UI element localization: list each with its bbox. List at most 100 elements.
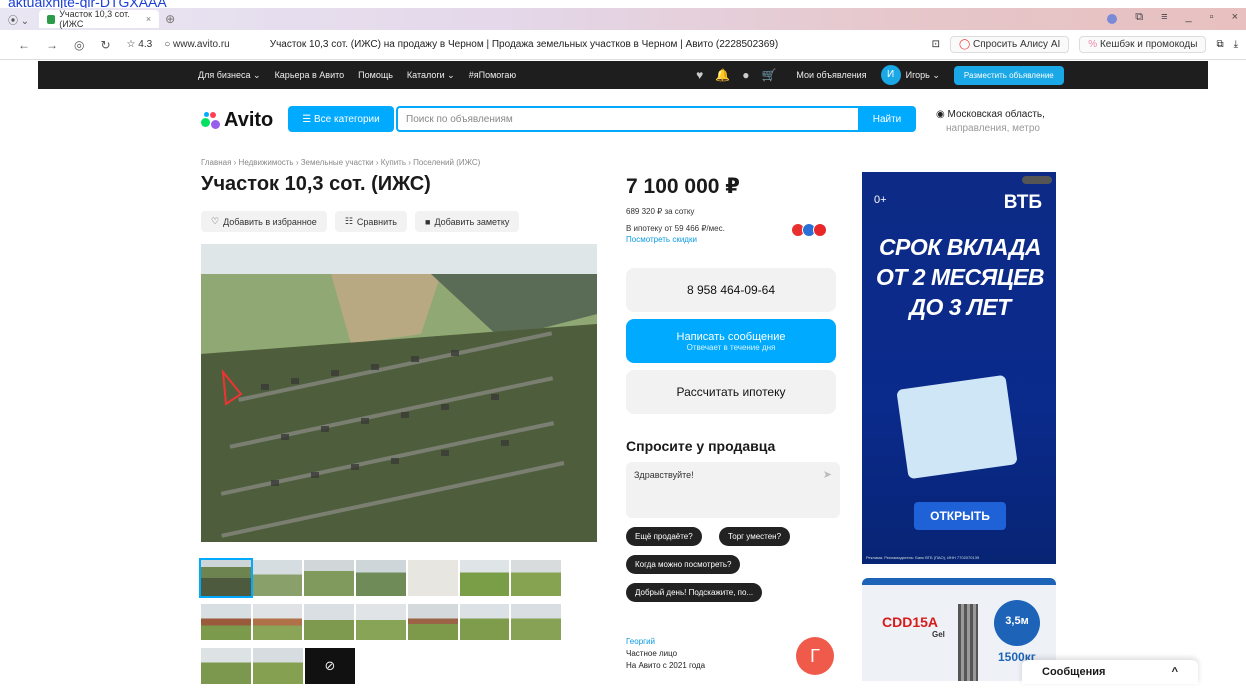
user-menu[interactable]: И Игорь ⌄ — [880, 65, 940, 85]
restore-icon[interactable]: ▫ — [1210, 11, 1214, 24]
camera-icon: ⊘ — [324, 658, 336, 673]
write-message-button[interactable]: Написать сообщение Отвечает в течение дн… — [626, 319, 836, 363]
address-bar: ← → ◎ ↻ ☆ 4.3 ○ www.avito.ru Участок 10,… — [0, 30, 1246, 60]
compare-button[interactable]: ☷ Сравнить — [334, 211, 407, 232]
thumbnail[interactable] — [511, 604, 562, 640]
browser-tab-title: Участок 10,3 сот. (ИЖС — [59, 9, 130, 29]
back-icon[interactable]: ← — [18, 38, 30, 52]
thumbnail[interactable] — [356, 560, 406, 596]
ask-alice-button[interactable]: ◯ Спросить Алису AI — [950, 36, 1070, 53]
browser-tab[interactable]: Участок 10,3 сот. (ИЖС × — [39, 9, 160, 29]
minimize-icon[interactable]: _ — [1186, 11, 1192, 24]
nav-business[interactable]: Для бизнеса ⌄ — [198, 70, 261, 81]
quick-question-chip[interactable]: Ещё продаёте? — [626, 527, 702, 546]
listing-actions: ♡ Добавить в избранное ☷ Сравнить ■ Добавит… — [201, 211, 520, 232]
browser-menu-icon[interactable]: ⦿ ⌄ — [8, 12, 29, 27]
bookmark-icon[interactable]: ⊡ — [932, 39, 940, 50]
seller-name[interactable]: Георгий — [626, 636, 705, 648]
mortgage-text: В ипотеку от 59 466 ₽/мес. — [626, 224, 725, 233]
quick-question-chip[interactable]: Добрый день! Подскажите, по... — [626, 583, 763, 602]
thumbnail[interactable] — [511, 560, 562, 596]
find-button[interactable]: Найти — [858, 106, 916, 132]
extensions-icon[interactable]: ⧉ — [1216, 39, 1223, 50]
nav-ihelp[interactable]: #яПомогаю — [469, 70, 516, 81]
new-tab-icon[interactable]: ⊕ — [165, 12, 175, 26]
thumbnail[interactable] — [201, 648, 251, 684]
reload-icon[interactable]: ↻ — [100, 38, 110, 52]
photo-thumbnails: ⊘ — [199, 558, 562, 692]
avito-logo-text: Avito — [224, 109, 274, 131]
add-favorite-button[interactable]: ♡ Добавить в избранное — [201, 211, 327, 232]
thumbnail[interactable] — [199, 558, 253, 598]
thumbnail[interactable] — [304, 604, 355, 640]
nav-career[interactable]: Карьера в Авито — [275, 70, 345, 81]
protect-icon[interactable]: ◎ — [74, 38, 84, 52]
thumbnail[interactable] — [304, 560, 355, 596]
messages-label: Сообщения — [1042, 666, 1106, 678]
add-note-button[interactable]: ■ Добавить заметку — [415, 211, 520, 232]
menu-icon[interactable]: ≡ — [1161, 11, 1167, 24]
breadcrumb[interactable]: Главная › Недвижимость › Земельные участ… — [201, 158, 480, 167]
alice-icon[interactable] — [1107, 14, 1118, 24]
quick-question-chip[interactable]: Когда можно посмотреть? — [626, 555, 741, 574]
region-selector[interactable]: ◉ Московская область, направления, метро — [936, 108, 1045, 136]
region-sub: направления, метро — [946, 123, 1040, 134]
close-window-icon[interactable]: × — [1232, 11, 1238, 24]
ad-fine-print: Реклама. Рекламодатель: Банк ВТБ (ПАО), … — [866, 555, 980, 560]
ad-age-rating: 0+ — [874, 194, 887, 206]
place-ad-button[interactable]: Разместить объявление — [953, 65, 1064, 85]
send-icon[interactable]: ➤ — [823, 468, 832, 481]
thumbnail[interactable] — [459, 560, 510, 596]
cart-icon[interactable]: 🛒 — [761, 68, 776, 82]
forward-icon[interactable]: → — [46, 38, 58, 52]
main-photo[interactable] — [201, 244, 597, 542]
favorites-heart-icon[interactable]: ♥ — [696, 68, 703, 82]
download-icon[interactable]: ⤓ — [1234, 39, 1238, 50]
site-host[interactable]: ○ www.avito.ru — [164, 39, 230, 50]
thumbnail[interactable] — [201, 604, 251, 640]
forklift-mast-icon — [958, 604, 978, 681]
forklift-gel: Gel — [932, 630, 945, 639]
thumbnail[interactable] — [252, 604, 303, 640]
thumbnail[interactable] — [459, 604, 510, 640]
notifications-bell-icon[interactable]: 🔔 — [715, 68, 730, 82]
thumbnail[interactable] — [356, 604, 406, 640]
user-avatar: И — [880, 65, 901, 85]
discounts-link[interactable]: Посмотреть скидки — [626, 234, 725, 245]
compare-icon: ☷ — [344, 216, 353, 226]
vtb-ad-banner[interactable]: 0+ ВТБ СРОК ВКЛАДА ОТ 2 МЕСЯЦЕВ ДО 3 ЛЕТ… — [862, 172, 1056, 564]
thumbnail[interactable] — [253, 648, 303, 684]
my-ads-link[interactable]: Мои объявления — [796, 70, 866, 80]
bookmarks-icon[interactable]: ⧉ — [1135, 11, 1143, 24]
thumbnail[interactable] — [407, 560, 458, 596]
user-name: Игорь ⌄ — [905, 69, 940, 80]
nav-catalogs[interactable]: Каталоги ⌄ — [407, 70, 455, 81]
chat-bubble-icon[interactable]: ● — [742, 68, 749, 82]
ad-open-button[interactable]: ОТКРЫТЬ — [914, 502, 1006, 530]
ask-seller-input[interactable]: Здравствуйте! ➤ — [626, 462, 840, 518]
price: 7 100 000 ₽ — [626, 175, 740, 198]
ad-tag — [1022, 176, 1052, 184]
all-categories-button[interactable]: ☰ Все категории — [288, 106, 394, 132]
messages-panel[interactable]: Сообщения ^ — [1022, 660, 1198, 684]
show-phone-button[interactable]: 8 958 464-09-64 — [626, 268, 836, 312]
aerial-village-photo — [201, 244, 597, 542]
search-input[interactable]: Поиск по объявлениям — [396, 106, 858, 132]
chevron-up-icon[interactable]: ^ — [1172, 666, 1178, 678]
seller-type: Частное лицо — [626, 649, 678, 658]
more-photos-thumbnail[interactable]: ⊘ — [305, 648, 355, 684]
close-tab-icon[interactable]: × — [146, 14, 151, 24]
calc-mortgage-button[interactable]: Рассчитать ипотеку — [626, 370, 836, 414]
nav-help[interactable]: Помощь — [358, 70, 393, 81]
cashback-button[interactable]: % Кешбэк и промокоды — [1079, 36, 1207, 53]
avito-logo[interactable]: Avito — [201, 109, 273, 132]
calendar-icon — [896, 374, 1018, 480]
thumbnail[interactable] — [407, 604, 458, 640]
thumbnail[interactable] — [252, 560, 303, 596]
bank-logos — [791, 223, 827, 237]
seller-avatar[interactable]: Г — [796, 637, 834, 675]
browser-tab-strip: ⦿ ⌄ Участок 10,3 сот. (ИЖС × ⊕ ⧉ ≡ _ ▫ × — [0, 8, 1246, 30]
quick-question-chip[interactable]: Торг уместен? — [719, 527, 791, 546]
site-rating[interactable]: ☆ 4.3 — [127, 39, 153, 50]
address-page-title[interactable]: Участок 10,3 сот. (ИЖС) на продажу в Чер… — [270, 39, 778, 50]
